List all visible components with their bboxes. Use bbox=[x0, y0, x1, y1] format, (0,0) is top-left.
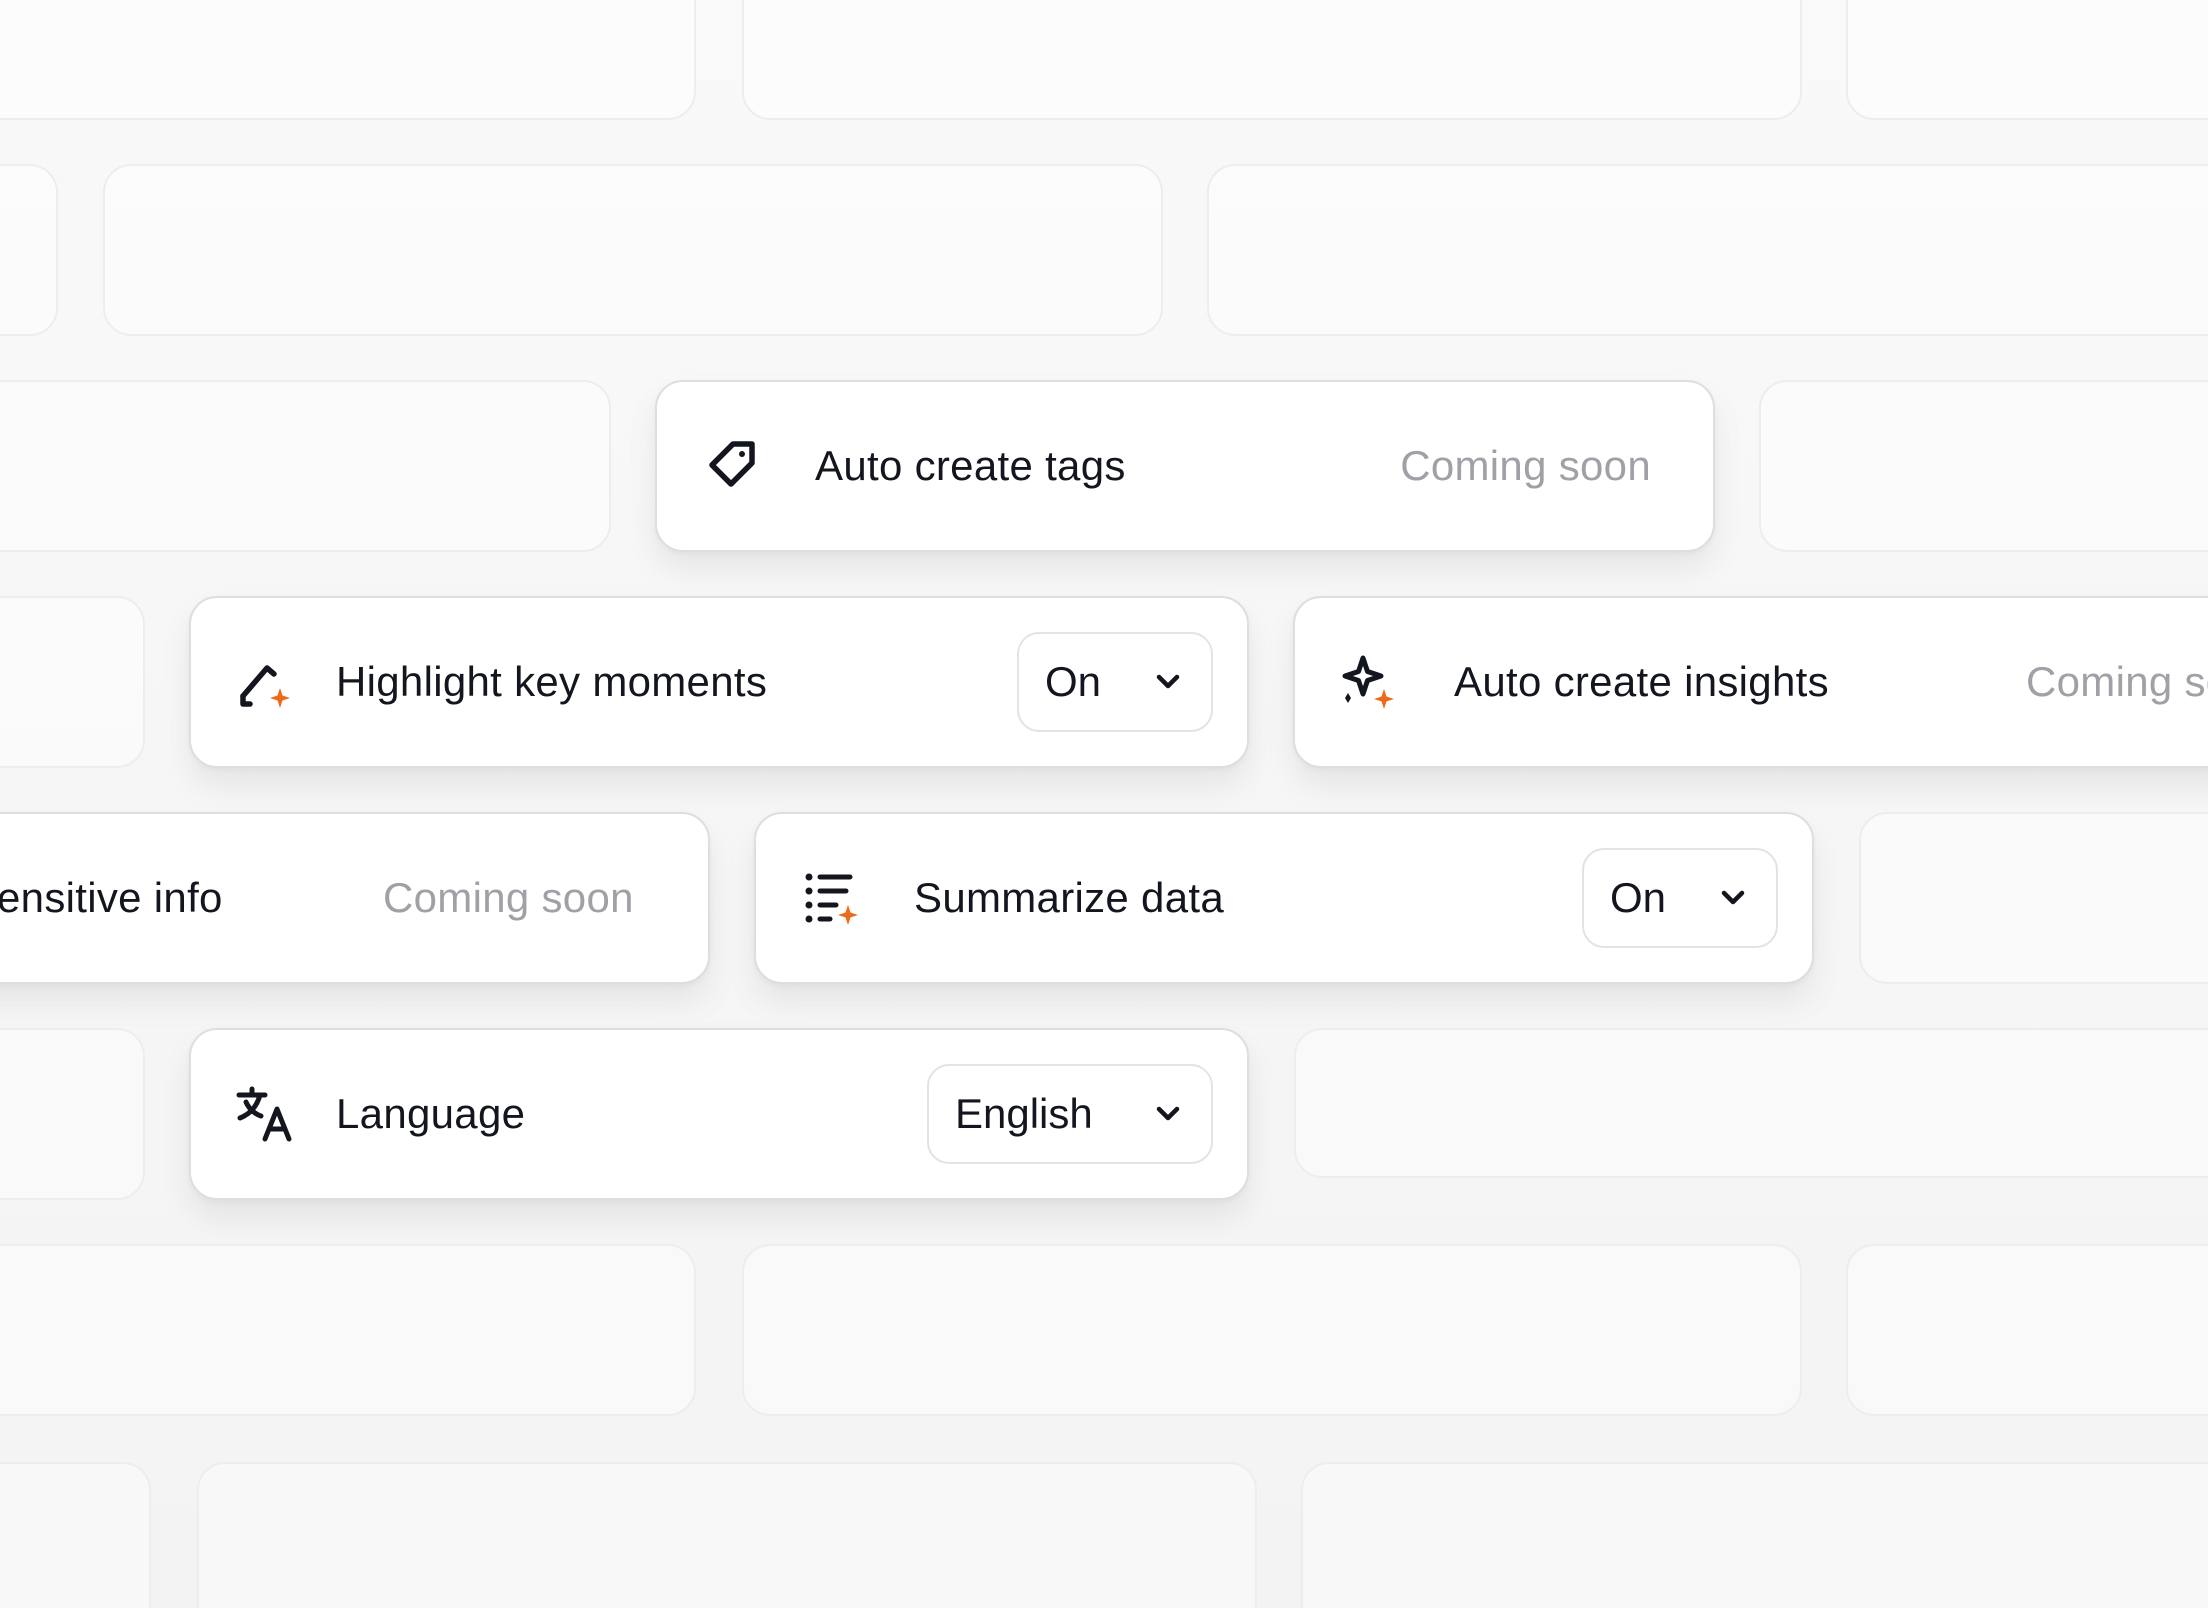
placeholder-card bbox=[742, 1244, 1802, 1416]
placeholder-card bbox=[103, 164, 1163, 336]
dropdown-value: On bbox=[1610, 874, 1667, 921]
placeholder-card bbox=[1207, 164, 2208, 336]
settings-canvas: Auto create tags Coming soon Highlight k… bbox=[0, 0, 2208, 1608]
placeholder-card bbox=[0, 1462, 151, 1608]
placeholder-card bbox=[1846, 0, 2208, 120]
setting-card-auto-create-tags: Auto create tags Coming soon bbox=[655, 380, 1715, 552]
setting-label: Highlight key moments bbox=[336, 658, 768, 705]
chevron-down-icon bbox=[1151, 665, 1185, 699]
placeholder-card bbox=[1301, 1462, 2208, 1608]
list-sparkle-icon bbox=[801, 868, 861, 928]
setting-label: Auto create tags bbox=[815, 442, 1126, 489]
chevron-down-icon bbox=[1716, 881, 1750, 915]
highlight-key-moments-dropdown[interactable]: On bbox=[1017, 632, 1213, 732]
placeholder-card bbox=[0, 596, 145, 768]
setting-card-language: Language English bbox=[189, 1028, 1249, 1200]
placeholder-card bbox=[0, 164, 58, 336]
placeholder-card bbox=[742, 0, 1802, 120]
translate-icon bbox=[235, 1084, 295, 1144]
coming-soon-status: Coming soon bbox=[383, 874, 634, 921]
placeholder-card bbox=[0, 1244, 696, 1416]
tag-icon bbox=[702, 436, 762, 496]
chevron-down-icon bbox=[1151, 1097, 1185, 1131]
setting-label: Language bbox=[336, 1090, 526, 1137]
placeholder-card bbox=[0, 0, 696, 120]
pen-sparkle-icon bbox=[233, 652, 293, 712]
placeholder-card bbox=[1859, 812, 2208, 984]
placeholder-card bbox=[0, 1028, 145, 1200]
placeholder-card bbox=[0, 380, 611, 552]
placeholder-card bbox=[1846, 1244, 2208, 1416]
dropdown-value: English bbox=[955, 1090, 1093, 1137]
placeholder-card bbox=[197, 1462, 1257, 1608]
setting-card-sensitive-info: ensitive info Coming soon bbox=[0, 812, 710, 984]
language-dropdown[interactable]: English bbox=[927, 1064, 1213, 1164]
placeholder-card bbox=[1759, 380, 2208, 552]
setting-card-highlight-key-moments: Highlight key moments On bbox=[189, 596, 1249, 768]
setting-label: Summarize data bbox=[914, 874, 1224, 921]
setting-card-auto-create-insights: Auto create insights Coming soon bbox=[1293, 596, 2208, 768]
setting-label: Auto create insights bbox=[1454, 658, 1829, 705]
placeholder-card bbox=[1294, 1028, 2208, 1178]
setting-card-summarize-data: Summarize data On bbox=[754, 812, 1814, 984]
summarize-data-dropdown[interactable]: On bbox=[1582, 848, 1778, 948]
sparkles-icon bbox=[1339, 652, 1399, 712]
setting-label: ensitive info bbox=[0, 874, 223, 921]
coming-soon-status: Coming soon bbox=[2026, 658, 2208, 705]
coming-soon-status: Coming soon bbox=[1400, 442, 1651, 489]
dropdown-value: On bbox=[1045, 658, 1102, 705]
